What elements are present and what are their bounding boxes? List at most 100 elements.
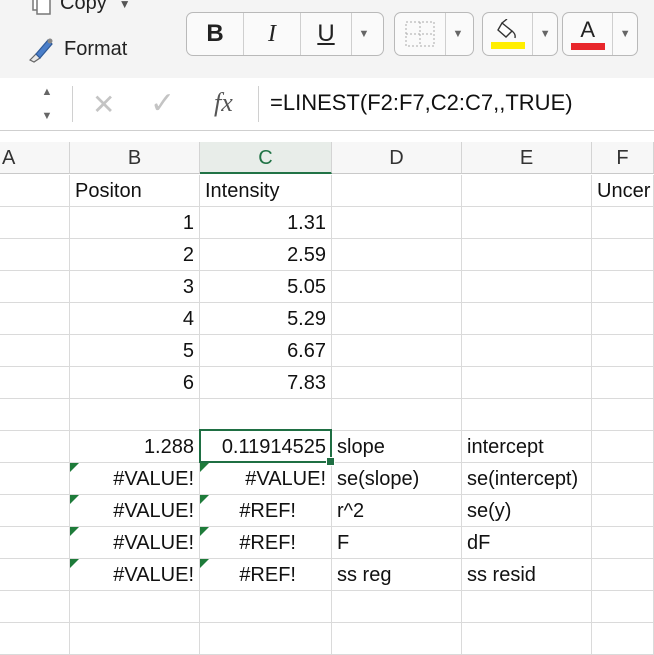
copy-dropdown-icon[interactable]: ▼ <box>119 0 131 11</box>
cell-c5[interactable]: 5.05 <box>200 271 332 303</box>
cell-c16[interactable] <box>200 623 332 655</box>
fill-color-dropdown-icon[interactable]: ▼ <box>532 13 557 55</box>
bold-button[interactable]: B <box>187 13 244 55</box>
column-header-a[interactable]: A <box>0 142 70 174</box>
function-icon[interactable]: fx <box>214 88 233 118</box>
cell-f9[interactable] <box>592 399 654 431</box>
italic-button[interactable]: I <box>244 13 301 55</box>
cell-e15[interactable] <box>462 591 592 623</box>
cell-c9[interactable] <box>200 399 332 431</box>
cell-f13[interactable] <box>592 527 654 559</box>
cell-b6[interactable]: 4 <box>70 303 200 335</box>
cell-e9[interactable] <box>462 399 592 431</box>
borders-dropdown-icon[interactable]: ▼ <box>445 13 470 55</box>
cell-d5[interactable] <box>332 271 462 303</box>
cell-e6[interactable] <box>462 303 592 335</box>
cell-e13[interactable]: dF <box>462 527 592 559</box>
cell-d10[interactable]: slope <box>332 431 462 463</box>
cell-f4[interactable] <box>592 239 654 271</box>
cell-d9[interactable] <box>332 399 462 431</box>
cell-d12[interactable]: r^2 <box>332 495 462 527</box>
cell-c12[interactable]: #REF! <box>200 495 332 527</box>
cell-d4[interactable] <box>332 239 462 271</box>
chevron-down-icon[interactable]: ▼ <box>42 110 53 122</box>
cell-a10[interactable] <box>0 431 70 463</box>
cell-a5[interactable] <box>0 271 70 303</box>
cell-a16[interactable] <box>0 623 70 655</box>
underline-dropdown-icon[interactable]: ▼ <box>351 13 376 55</box>
borders-button[interactable] <box>395 13 445 55</box>
cell-c3[interactable]: 1.31 <box>200 207 332 239</box>
cell-e16[interactable] <box>462 623 592 655</box>
cell-f15[interactable] <box>592 591 654 623</box>
cell-b10[interactable]: 1.288 <box>70 431 200 463</box>
fill-handle[interactable] <box>326 457 335 466</box>
checkmark-icon[interactable]: ✓ <box>150 86 175 121</box>
cell-b12[interactable]: #VALUE! <box>70 495 200 527</box>
cell-c6[interactable]: 5.29 <box>200 303 332 335</box>
font-color-dropdown-icon[interactable]: ▼ <box>612 13 637 55</box>
cell-c7[interactable]: 6.67 <box>200 335 332 367</box>
format-painter-button[interactable]: Format <box>26 34 127 64</box>
cell-a11[interactable] <box>0 463 70 495</box>
cell-c8[interactable]: 7.83 <box>200 367 332 399</box>
cell-f10[interactable] <box>592 431 654 463</box>
column-header-d[interactable]: D <box>332 142 462 174</box>
cell-b3[interactable]: 1 <box>70 207 200 239</box>
cell-c11[interactable]: #VALUE! <box>200 463 332 495</box>
cell-b7[interactable]: 5 <box>70 335 200 367</box>
cell-a3[interactable] <box>0 207 70 239</box>
cell-b9[interactable] <box>70 399 200 431</box>
copy-button[interactable]: Copy ▼ <box>30 0 131 15</box>
cell-f2[interactable]: Uncer <box>592 175 654 207</box>
cell-d2[interactable] <box>332 175 462 207</box>
name-box-stepper[interactable]: ▲ ▼ <box>38 86 56 122</box>
cell-e14[interactable]: ss resid <box>462 559 592 591</box>
cell-b4[interactable]: 2 <box>70 239 200 271</box>
cell-f16[interactable] <box>592 623 654 655</box>
cell-b14[interactable]: #VALUE! <box>70 559 200 591</box>
cell-d13[interactable]: F <box>332 527 462 559</box>
cell-a2[interactable] <box>0 175 70 207</box>
cell-e2[interactable] <box>462 175 592 207</box>
cell-c15[interactable] <box>200 591 332 623</box>
cell-c13[interactable]: #REF! <box>200 527 332 559</box>
column-header-f[interactable]: F <box>592 142 654 174</box>
underline-button[interactable]: U <box>301 13 351 55</box>
cell-b11[interactable]: #VALUE! <box>70 463 200 495</box>
fill-color-button[interactable] <box>483 13 532 55</box>
cell-e8[interactable] <box>462 367 592 399</box>
cell-a8[interactable] <box>0 367 70 399</box>
cell-d11[interactable]: se(slope) <box>332 463 462 495</box>
cell-d3[interactable] <box>332 207 462 239</box>
cell-d8[interactable] <box>332 367 462 399</box>
cell-e4[interactable] <box>462 239 592 271</box>
cell-d7[interactable] <box>332 335 462 367</box>
cell-a4[interactable] <box>0 239 70 271</box>
cell-b13[interactable]: #VALUE! <box>70 527 200 559</box>
font-color-button[interactable]: A <box>563 13 612 55</box>
cell-a9[interactable] <box>0 399 70 431</box>
formula-input[interactable]: =LINEST(F2:F7,C2:C7,,TRUE) <box>270 90 573 116</box>
cell-b15[interactable] <box>70 591 200 623</box>
cell-f7[interactable] <box>592 335 654 367</box>
cell-f12[interactable] <box>592 495 654 527</box>
cell-b8[interactable]: 6 <box>70 367 200 399</box>
cell-e3[interactable] <box>462 207 592 239</box>
cell-b5[interactable]: 3 <box>70 271 200 303</box>
cell-f5[interactable] <box>592 271 654 303</box>
cell-e7[interactable] <box>462 335 592 367</box>
cell-a14[interactable] <box>0 559 70 591</box>
cell-f6[interactable] <box>592 303 654 335</box>
cell-c2[interactable]: Intensity <box>200 175 332 207</box>
cell-e11[interactable]: se(intercept) <box>462 463 592 495</box>
cell-e5[interactable] <box>462 271 592 303</box>
cell-f14[interactable] <box>592 559 654 591</box>
cell-d15[interactable] <box>332 591 462 623</box>
cell-c14[interactable]: #REF! <box>200 559 332 591</box>
cell-a7[interactable] <box>0 335 70 367</box>
chevron-up-icon[interactable]: ▲ <box>42 86 53 98</box>
cell-a13[interactable] <box>0 527 70 559</box>
cell-e12[interactable]: se(y) <box>462 495 592 527</box>
cell-d14[interactable]: ss reg <box>332 559 462 591</box>
